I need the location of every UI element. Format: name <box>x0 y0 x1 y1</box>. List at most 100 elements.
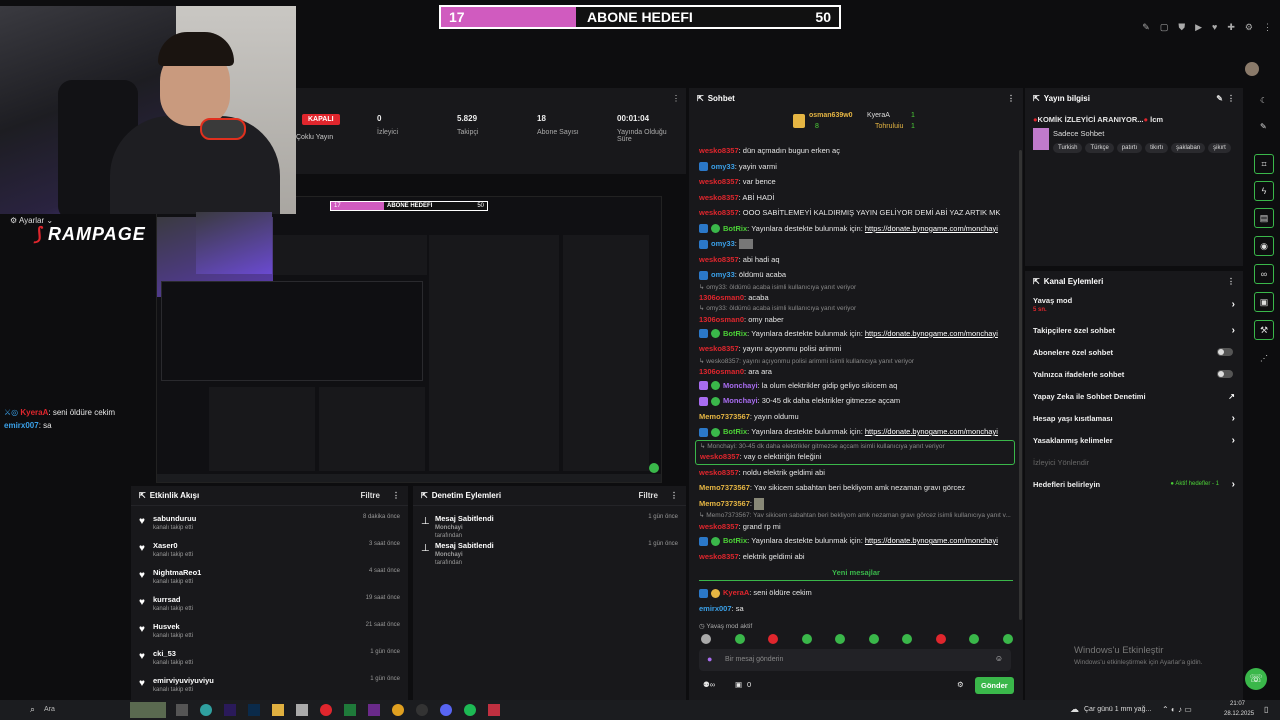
chat-message: KyeraA: seni öldüre cekim <box>699 585 1013 601</box>
chat-bubble-icon[interactable]: ◉ <box>1254 236 1274 256</box>
chat-menu-icon[interactable]: ⋮ <box>1007 94 1015 103</box>
search-icon[interactable]: ⌕ <box>30 704 35 715</box>
lightning-icon[interactable]: ϟ <box>1254 181 1274 201</box>
windows-activation-subtitle: Windows'u etkinleştirmek için Ayarlar'a … <box>1074 659 1203 666</box>
chat-input-placeholder[interactable]: Bir mesaj gönderin <box>725 656 783 663</box>
kick-icon[interactable] <box>488 704 500 716</box>
edge-icon[interactable] <box>200 704 212 716</box>
gear-icon[interactable]: ⚙ <box>957 680 964 689</box>
stats-menu-icon[interactable]: ⋮ <box>672 94 680 103</box>
donate-link[interactable]: https://donate.bynogame.com/monchayi <box>865 427 998 436</box>
play-icon[interactable]: ▶ <box>1195 22 1202 33</box>
activity-menu-icon[interactable]: ⋮ <box>392 491 400 500</box>
top-supporters: osman639w0 8 KyeraA 1 Tohruluiu 1 <box>793 110 933 140</box>
emotes-only-row[interactable]: Yalnızca ifadelerle sohbet <box>1025 363 1243 385</box>
chat-message: 1306osman0: omy naber <box>699 314 784 324</box>
goal-target: 50 <box>815 9 831 25</box>
slow-mode-row[interactable]: Yavaş mod 5 sn. › <box>1025 291 1243 319</box>
heart-icon: ♥ <box>139 543 145 554</box>
donate-link[interactable]: https://donate.bynogame.com/monchayi <box>865 224 998 233</box>
tray-icons[interactable]: ⌃ ◐ ♪ ▭ <box>1162 705 1192 714</box>
top-user-1[interactable]: osman639w0 <box>809 112 853 119</box>
folder-icon[interactable] <box>272 704 284 716</box>
window-icon[interactable]: ▣ <box>1254 292 1274 312</box>
donate-link[interactable]: https://donate.bynogame.com/monchayi <box>865 329 998 338</box>
arrows-icon: ⇱ <box>697 93 704 103</box>
windows-taskbar: ⌕ Ara ☁ Çar günü 1 mm yağ... ⌃ ◐ ♪ ▭ 21:… <box>0 700 1280 720</box>
emoji-icon[interactable]: ☺ <box>995 654 1003 663</box>
emote-icon <box>734 634 745 644</box>
top-user-3[interactable]: Tohruluiu <box>875 123 903 130</box>
link-icon[interactable]: ∞ <box>1254 264 1274 284</box>
donate-link[interactable]: https://donate.bynogame.com/monchayi <box>865 536 998 545</box>
pencil-icon[interactable]: ✎ <box>1260 122 1267 131</box>
top-user-2[interactable]: KyeraA <box>867 112 890 119</box>
moderation-menu-icon[interactable]: ⋮ <box>670 491 678 500</box>
excel-icon[interactable] <box>344 704 356 716</box>
wrench-icon[interactable]: ⚒ <box>1254 320 1274 340</box>
moderation-filter[interactable]: Filtre <box>638 491 658 500</box>
taskbar-search[interactable]: Ara <box>44 706 55 713</box>
pin-icon[interactable]: ✎ <box>1142 22 1150 33</box>
edit-icon[interactable]: ✎ <box>1216 94 1223 103</box>
stream-category[interactable]: Sadece Sohbet <box>1053 129 1104 138</box>
collapse-icon[interactable]: ⌗ <box>1254 154 1274 174</box>
subs-only-toggle[interactable] <box>1217 348 1233 356</box>
chat-message: BotRix: Yayınlara destekte bulunmak için… <box>699 326 1013 342</box>
heart-icon[interactable]: ♥ <box>1212 22 1217 33</box>
notification-icon[interactable]: ▯ <box>1264 705 1268 714</box>
doc-icon[interactable]: ▤ <box>1254 208 1274 228</box>
ai-moderation-row[interactable]: Yapay Zeka ile Sohbet Denetimi ↗ <box>1025 385 1243 407</box>
moon-icon[interactable]: ☾ <box>1260 96 1267 105</box>
duration-label: Yayında Olduğu Süre <box>617 129 667 143</box>
taskbar-widget-image[interactable] <box>130 702 166 718</box>
chrome-icon[interactable] <box>392 704 404 716</box>
photoshop-icon[interactable] <box>248 704 260 716</box>
preview-stats <box>273 235 427 275</box>
window-icon[interactable]: ▢ <box>1160 22 1169 33</box>
chat-scrollbar[interactable] <box>1019 150 1022 620</box>
arrows-icon: ⇱ <box>139 491 146 500</box>
chat-input-box[interactable]: ● Bir mesaj gönderin ☺ <box>699 649 1011 671</box>
banned-words-row[interactable]: Yasaklanmış kelimeler › <box>1025 429 1243 451</box>
arrows-icon: ⇱ <box>1033 93 1040 103</box>
preview-goal-right: 50 <box>477 203 484 209</box>
multistream-label[interactable]: Çoklu Yayın <box>296 134 333 141</box>
premiere-icon[interactable] <box>224 704 236 716</box>
emote-bar[interactable] <box>701 634 1013 644</box>
users-icon[interactable]: ⚉∞ <box>703 680 715 689</box>
subs-only-row[interactable]: Abonelere özel sohbet <box>1025 341 1243 363</box>
subs-value: 18 <box>537 114 546 123</box>
app-icon[interactable] <box>368 704 380 716</box>
taskbar-weather[interactable]: Çar günü 1 mm yağ... <box>1084 706 1151 713</box>
overlay-badges-icon: ⚔◎ <box>4 408 21 417</box>
opera-icon[interactable] <box>320 704 332 716</box>
chat-message: wesko8357: OOO SABİTLEMEYİ KALDIRMIŞ YAY… <box>699 208 1001 217</box>
goals-row[interactable]: Hedefleri belirleyin ● Aktif hedefler - 1… <box>1025 473 1243 495</box>
stream-info-menu-icon[interactable]: ⋮ <box>1227 94 1235 103</box>
shield-icon[interactable]: ⛊ <box>1178 22 1185 33</box>
channel-actions-menu-icon[interactable]: ⋮ <box>1227 277 1235 286</box>
share-icon[interactable]: ⋰ <box>1260 354 1268 363</box>
activity-filter[interactable]: Filtre <box>360 491 380 500</box>
taskbar-time: 21:07 <box>1230 701 1246 707</box>
send-button[interactable]: Gönder <box>975 677 1014 694</box>
profile-avatar[interactable] <box>1245 62 1259 76</box>
followers-only-row[interactable]: Takipçilere özel sohbet › <box>1025 319 1243 341</box>
support-chat-button[interactable]: ☏ <box>1245 668 1267 690</box>
pin-icon: ⊥ <box>421 543 430 554</box>
obs-icon[interactable] <box>416 704 428 716</box>
chat-message: Monchayi: la olum elektrikler gidip geli… <box>699 378 1013 394</box>
manage-viewers-row: İzleyici Yönlendir <box>1033 457 1090 467</box>
task-view-icon[interactable] <box>176 704 188 716</box>
mic-badge-icon <box>699 381 708 391</box>
extension-icon[interactable]: ✚ <box>1227 22 1235 33</box>
menu-icon[interactable]: ⋮ <box>1263 22 1272 33</box>
discord-icon[interactable] <box>440 704 452 716</box>
badge-icon <box>699 536 708 546</box>
account-age-row[interactable]: Hesap yaşı kısıtlaması › <box>1025 407 1243 429</box>
notes-icon[interactable] <box>296 704 308 716</box>
emotes-only-toggle[interactable] <box>1217 370 1233 378</box>
settings-icon[interactable]: ⚙ <box>1245 22 1253 33</box>
spotify-icon[interactable] <box>464 704 476 716</box>
